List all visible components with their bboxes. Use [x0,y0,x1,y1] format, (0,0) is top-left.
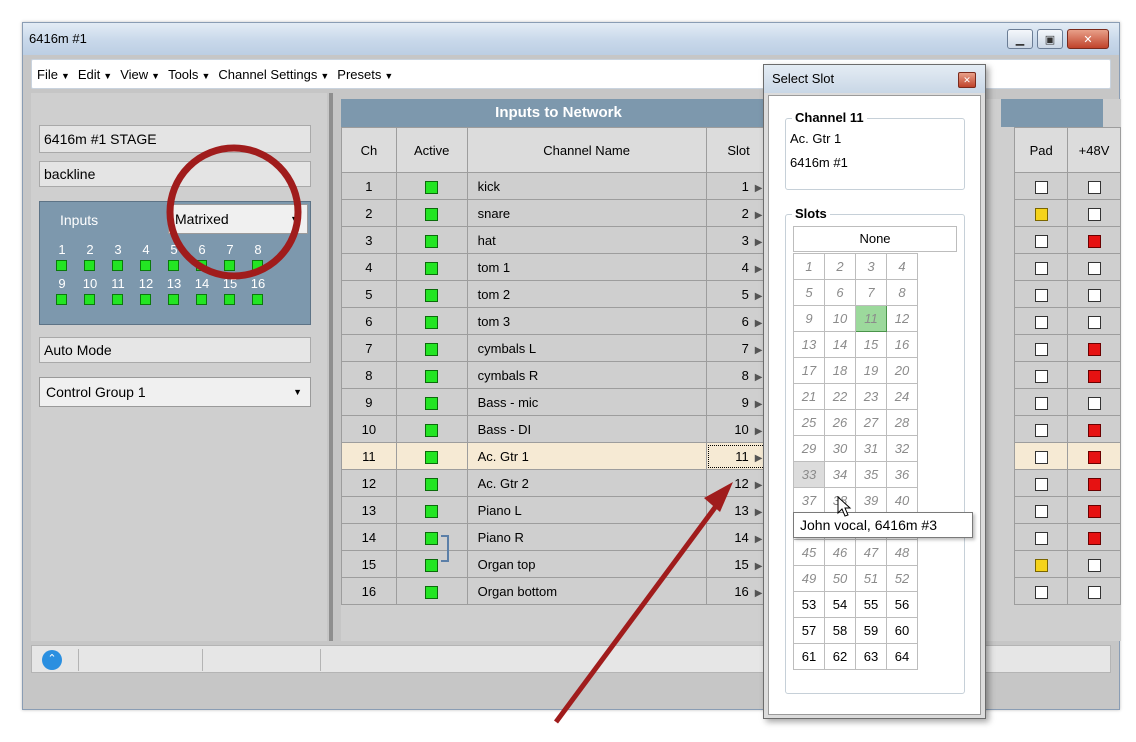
mouse-cursor-icon [837,495,852,517]
annotation-arrow [553,496,725,724]
annotation-arrowhead [704,482,733,512]
annotation-circle [166,144,302,280]
annotation-overlay [166,144,852,724]
